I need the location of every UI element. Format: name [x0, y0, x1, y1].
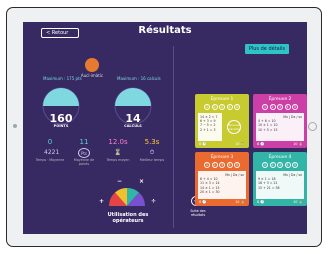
stat-value: 0: [47, 138, 53, 146]
card-step-indicators: 12345: [262, 104, 298, 110]
exercise-card-2[interactable]: Épreuve 2 12345 Mx | Dx / sx 4 + 6 = 10 1…: [253, 94, 307, 148]
card-footer: 8 🕐 10 ⏳: [199, 200, 245, 204]
home-button[interactable]: [308, 122, 317, 131]
exercise-card-1[interactable]: Épreuve 1 12345 14 × 2 = 76 + 3 = 97 − 5…: [195, 94, 249, 148]
hourglass-icon: ⌛: [114, 149, 122, 156]
times-operator-icon: ×: [139, 178, 145, 185]
card-title: Épreuve 1: [210, 97, 234, 102]
back-button[interactable]: < Retour: [41, 28, 79, 38]
details-button[interactable]: Plus de détails: [245, 44, 289, 54]
stat-value: 5.3s: [144, 138, 160, 146]
card-panel: 14 × 2 = 76 + 3 = 97 − 5 = 22 + 1 = 3 Ép…: [198, 113, 246, 141]
minus-operator-icon: −: [117, 178, 123, 185]
divide-operator-icon: ÷: [151, 198, 157, 205]
stat-label: Moyenne de points: [73, 158, 95, 166]
avatar: [85, 58, 99, 72]
plus-operator-icon: +: [99, 198, 105, 205]
card-panel: Mx | Dx / sx 9 × 1 = 18 18 + 3 = 21 15 + 2…: [256, 171, 304, 199]
stat-label: Meilleur temps: [139, 158, 165, 162]
card-step-indicators: 12345: [262, 162, 298, 168]
card-footer: 8 🕐 10 ⏳: [257, 200, 303, 204]
stat-average-points: 11 Pts Moyenne de points: [69, 138, 99, 166]
points-label: POINTS: [53, 124, 69, 128]
stat-label: Temps moyen: [106, 158, 130, 162]
stat-label: Temps · Moyenne: [35, 158, 65, 162]
operators-pie-chart: [108, 187, 146, 206]
calculs-label: CALCULS: [124, 124, 142, 128]
card-step-indicators: 12345: [204, 104, 240, 110]
exercise-card-3[interactable]: Épreuve 3 12345 Mx | Dx / sx 6 + 4 = 10 1…: [195, 152, 249, 206]
stat-value: 11: [79, 138, 89, 146]
card-step-indicators: 12345: [204, 162, 240, 168]
card-title: Épreuve 4: [268, 155, 292, 160]
operators-label: Utilisation des opérateurs: [107, 212, 149, 224]
next-results-label: Suite des résultats: [190, 209, 206, 217]
card-panel: Mx | Dx / sx 6 + 4 = 10 11 × 3 = 14 14 × 1…: [198, 171, 246, 199]
card-panel: Mx | Dx / sx 4 + 6 = 10 10 × 1 = 10 10 + 5…: [256, 113, 304, 141]
stat-best-time: 5.3s ⏱ Meilleur temps: [137, 138, 167, 162]
card-title: Épreuve 2: [268, 97, 292, 102]
points-icon: Pts: [78, 148, 90, 158]
tablet-frame: < Retour Résultats Plus de détails Aucl·…: [6, 7, 322, 247]
card-title: Épreuve 3: [210, 155, 234, 160]
chart-icon: 4221: [44, 149, 60, 156]
app-screen: < Retour Résultats Plus de détails Aucl·…: [23, 22, 307, 234]
camera: [13, 124, 17, 128]
stat-mean-time: 12.0s ⌛ Temps moyen: [103, 138, 133, 162]
vertical-divider: [173, 46, 174, 228]
card-footer: 8 🕐 10 ⏳: [257, 142, 303, 146]
next-exercise-button[interactable]: Épreuve suivante: [227, 120, 242, 134]
page-title: Résultats: [138, 25, 192, 36]
stats-row: 0 4221 Temps · Moyenne 11 Pts Moyenne de…: [35, 138, 167, 172]
stopwatch-icon: ⏱: [149, 149, 155, 156]
stat-value: 12.0s: [108, 138, 128, 146]
stat-average-time: 0 4221 Temps · Moyenne: [35, 138, 65, 162]
exercise-card-4[interactable]: Épreuve 4 12345 Mx | Dx / sx 9 × 1 = 18 1…: [253, 152, 307, 206]
card-footer: 8 🕐 10 ⏳: [199, 142, 245, 146]
